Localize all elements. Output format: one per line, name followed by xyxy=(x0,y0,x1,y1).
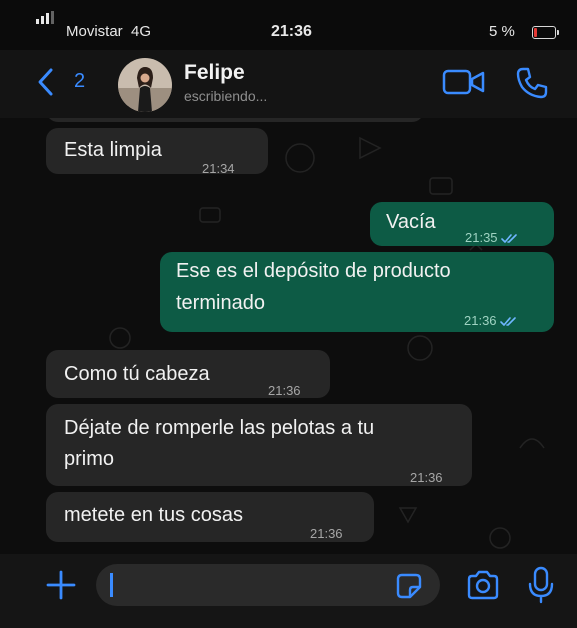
voice-call-button[interactable] xyxy=(515,66,549,100)
message-text: metete en tus cosas xyxy=(64,504,243,526)
message-bubble[interactable]: Ese es el depósito de producto terminado… xyxy=(160,252,554,332)
message-bubble[interactable]: Como tú cabeza 21:36 xyxy=(46,350,330,398)
chat-wallpaper-pattern xyxy=(109,136,545,549)
sticker-icon xyxy=(396,573,422,599)
avatar[interactable] xyxy=(118,58,172,112)
network-label: 4G xyxy=(131,23,152,40)
chat-messages[interactable]: Esta limpia 21:34 Vacía 21:35 Ese es el … xyxy=(0,118,577,554)
message-text: Como tú cabeza xyxy=(64,363,210,385)
message-time: 21:34 xyxy=(202,161,235,176)
battery-percentage: 5 % xyxy=(489,23,515,40)
message-bubble[interactable]: Esta limpia 21:34 xyxy=(46,128,268,176)
message-bubble[interactable]: metete en tus cosas 21:36 xyxy=(46,492,374,542)
sticker-button[interactable] xyxy=(396,573,422,599)
message-input[interactable] xyxy=(96,564,440,606)
unread-count: 2 xyxy=(74,70,86,92)
message-bubble[interactable]: Déjate de romperle las pelotas a tu prim… xyxy=(46,404,472,486)
message-text: Ese es el depósito de producto xyxy=(176,260,451,282)
message-text: terminado xyxy=(176,292,265,314)
video-call-icon xyxy=(442,69,485,95)
camera-icon xyxy=(467,570,499,600)
back-chevron-icon xyxy=(38,68,53,96)
message-time: 21:36 xyxy=(464,305,518,336)
phone-screen: Movistar 4G 21:36 5 % 2 Felipe escribien… xyxy=(0,0,577,628)
read-receipt-icon xyxy=(500,233,517,243)
plus-icon xyxy=(46,570,76,600)
message-time: 21:36 xyxy=(268,383,301,398)
message-time: 21:36 xyxy=(410,470,443,485)
read-receipt-icon xyxy=(499,316,516,326)
battery-icon xyxy=(532,26,559,39)
camera-button[interactable] xyxy=(466,570,500,600)
back-button[interactable]: 2 xyxy=(36,66,96,98)
message-text: Déjate de romperle las pelotas a tu xyxy=(64,417,375,439)
message-compose-bar xyxy=(0,554,577,628)
message-text: Vacía xyxy=(386,211,436,233)
text-cursor xyxy=(110,573,113,597)
video-call-button[interactable] xyxy=(442,68,486,96)
phone-call-icon xyxy=(516,67,548,99)
microphone-icon xyxy=(528,566,554,604)
message-bubble[interactable]: Vacía 21:35 xyxy=(370,202,554,246)
contact-name[interactable]: Felipe xyxy=(184,61,245,85)
microphone-button[interactable] xyxy=(526,566,556,604)
status-time: 21:36 xyxy=(271,23,312,40)
message-time: 21:36 xyxy=(310,526,343,541)
message-time: 21:35 xyxy=(465,222,519,253)
message-text: primo xyxy=(64,448,115,470)
attach-button[interactable] xyxy=(44,568,78,602)
chat-header: 2 Felipe escribiendo... xyxy=(0,50,577,118)
status-bar: Movistar 4G 21:36 5 % xyxy=(0,0,577,50)
carrier-label: Movistar 4G xyxy=(66,23,152,40)
message-text: Esta limpia xyxy=(64,139,162,161)
typing-status: escribiendo... xyxy=(184,88,268,104)
partial-message-bubble xyxy=(46,118,424,122)
